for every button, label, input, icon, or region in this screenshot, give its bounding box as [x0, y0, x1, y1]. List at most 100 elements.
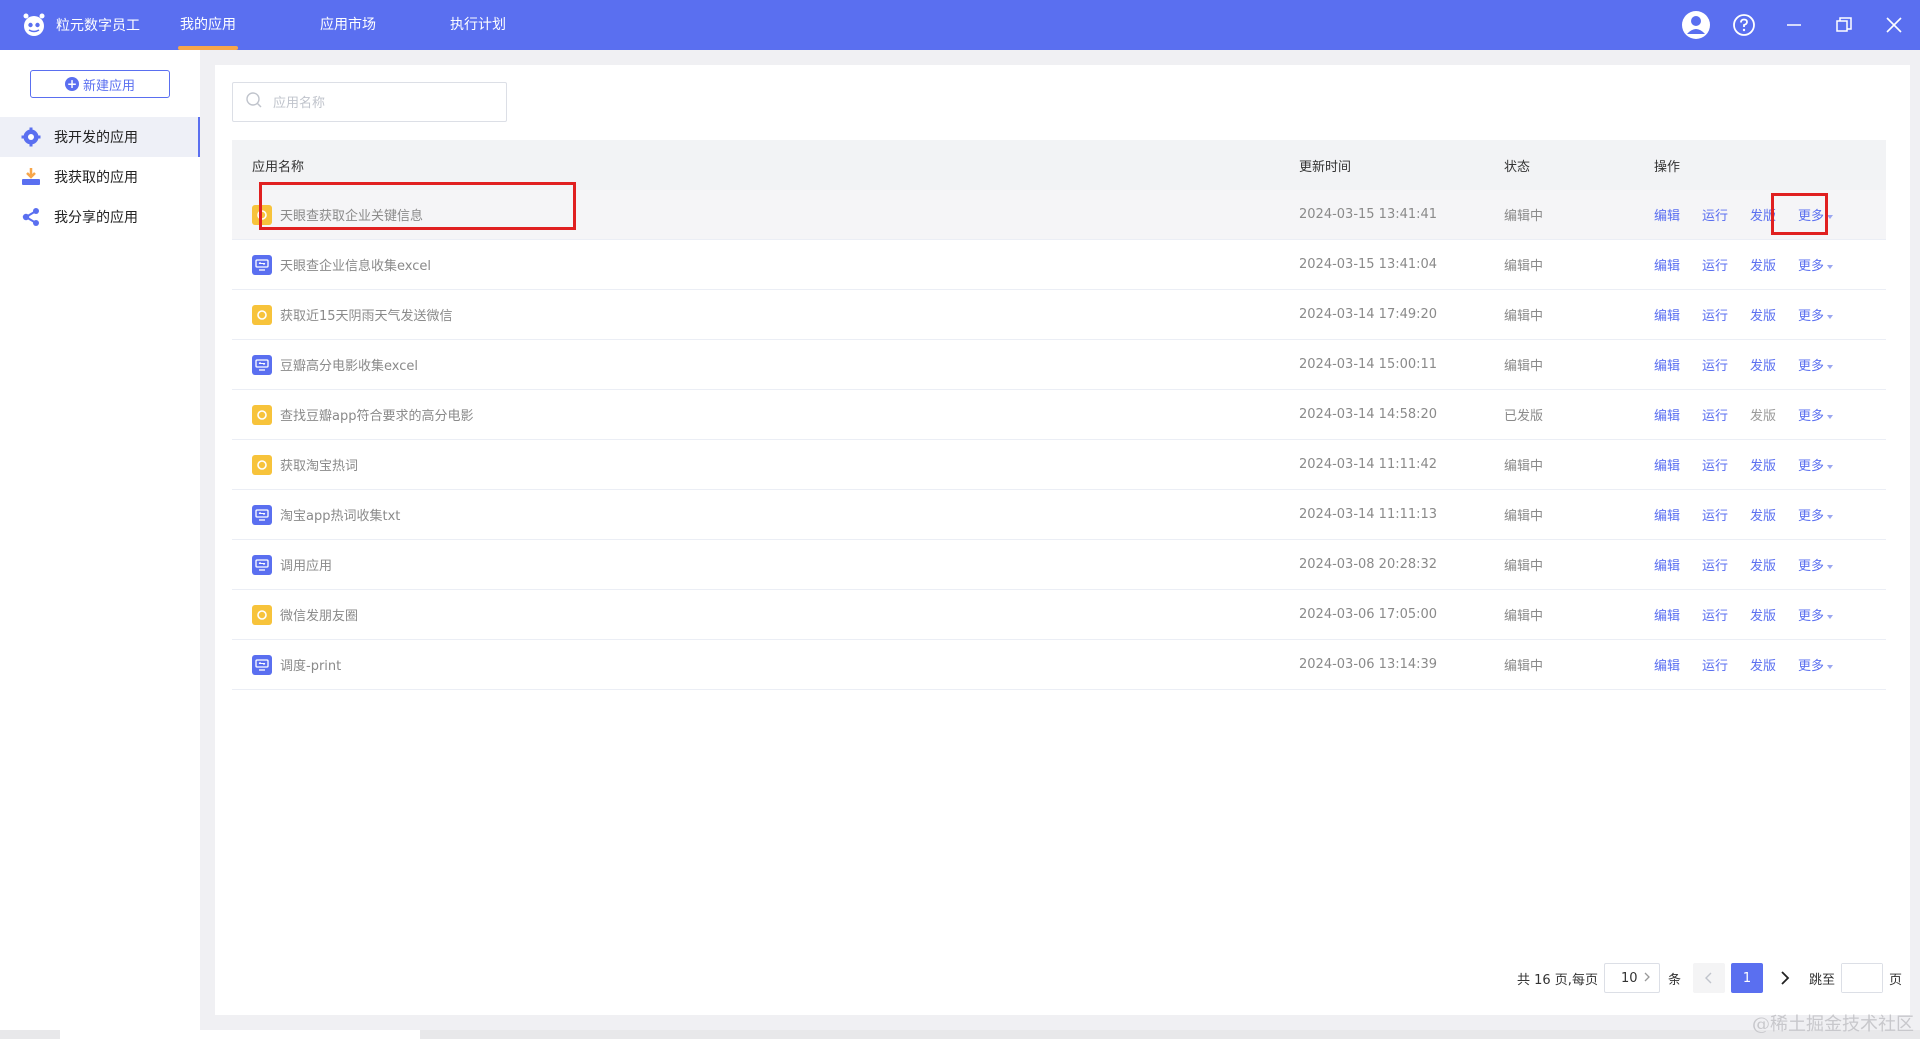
row-actions: 编辑 运行 发版 更多 [1654, 405, 1886, 424]
edit-button[interactable]: 编辑 [1654, 355, 1680, 374]
sidebar-item-label: 我获取的应用 [54, 170, 138, 186]
more-dropdown[interactable]: 更多 [1798, 255, 1834, 274]
close-icon[interactable] [1878, 9, 1910, 41]
run-button[interactable]: 运行 [1702, 605, 1728, 624]
more-label: 更多 [1798, 409, 1825, 424]
table-row[interactable]: 查找豆瓣app符合要求的高分电影 2024-03-14 14:58:20 已发版 编辑… [232, 390, 1886, 440]
app-name-cell: 查找豆瓣app符合要求的高分电影 [232, 404, 1299, 425]
publish-button[interactable]: 发版 [1750, 405, 1776, 424]
more-dropdown[interactable]: 更多 [1798, 205, 1834, 224]
status-text: 编辑中 [1504, 609, 1544, 624]
run-button[interactable]: 运行 [1702, 405, 1728, 424]
app-name-cell: 淘宝app热词收集txt [232, 504, 1299, 525]
edit-button[interactable]: 编辑 [1654, 505, 1680, 524]
sidebar-item-shared[interactable]: 我分享的应用 [0, 197, 200, 237]
edit-button[interactable]: 编辑 [1654, 455, 1680, 474]
update-time: 2024-03-14 17:49:20 [1299, 307, 1438, 322]
publish-button[interactable]: 发版 [1750, 555, 1776, 574]
run-button[interactable]: 运行 [1702, 205, 1728, 224]
table-row[interactable]: 获取淘宝热词 2024-03-14 11:11:42 编辑中 编辑 运行 发版 更多 [232, 440, 1886, 490]
taskbar-segment [60, 1030, 420, 1039]
column-header-time: 更新时间 [1299, 159, 1352, 175]
app-name: 获取淘宝热词 [280, 459, 359, 474]
update-time: 2024-03-15 13:41:04 [1299, 257, 1438, 272]
user-icon[interactable] [1680, 9, 1712, 41]
chevron-right-icon [1643, 971, 1651, 986]
edit-button[interactable]: 编辑 [1654, 655, 1680, 674]
edit-button[interactable]: 编辑 [1654, 205, 1680, 224]
table-row[interactable]: 调用应用 2024-03-08 20:28:32 编辑中 编辑 运行 发版 更多 [232, 540, 1886, 590]
publish-button[interactable]: 发版 [1750, 655, 1776, 674]
edit-button[interactable]: 编辑 [1654, 555, 1680, 574]
edit-button[interactable]: 编辑 [1654, 255, 1680, 274]
prev-page-button[interactable] [1692, 963, 1725, 993]
app-type-desktop-icon [252, 354, 272, 375]
run-button[interactable]: 运行 [1702, 555, 1728, 574]
run-button[interactable]: 运行 [1702, 505, 1728, 524]
publish-button[interactable]: 发版 [1750, 355, 1776, 374]
more-dropdown[interactable]: 更多 [1798, 505, 1834, 524]
help-icon[interactable] [1728, 9, 1760, 41]
edit-button[interactable]: 编辑 [1654, 305, 1680, 324]
main-panel: 应用名称 更新时间 状态 操作 天眼查获取企业关键信息 2024-03-15 13… [215, 65, 1910, 1015]
minimize-icon[interactable] [1778, 9, 1810, 41]
top-bar: 粒元数字员工 我的应用 应用市场 执行计划 [0, 0, 1920, 50]
app-name-cell: 调度-print [232, 654, 1299, 675]
table-row[interactable]: 淘宝app热词收集txt 2024-03-14 11:11:13 编辑中 编辑 运行 发版… [232, 490, 1886, 540]
sidebar-item-acquired[interactable]: 我获取的应用 [0, 157, 200, 197]
publish-button[interactable]: 发版 [1750, 305, 1776, 324]
table-row[interactable]: 调度-print 2024-03-06 13:14:39 编辑中 编辑 运行 发版 更多 [232, 640, 1886, 690]
run-button[interactable]: 运行 [1702, 305, 1728, 324]
page-button-current[interactable]: 1 [1730, 963, 1763, 993]
caret-down-icon [1827, 614, 1834, 619]
more-label: 更多 [1798, 309, 1825, 324]
download-tray-icon [20, 166, 42, 188]
next-page-button[interactable] [1768, 963, 1801, 993]
run-button[interactable]: 运行 [1702, 255, 1728, 274]
publish-button[interactable]: 发版 [1750, 505, 1776, 524]
publish-button[interactable]: 发版 [1750, 255, 1776, 274]
run-button[interactable]: 运行 [1702, 655, 1728, 674]
more-dropdown[interactable]: 更多 [1798, 405, 1834, 424]
more-dropdown[interactable]: 更多 [1798, 455, 1834, 474]
more-dropdown[interactable]: 更多 [1798, 605, 1834, 624]
new-app-button[interactable]: + 新建应用 [30, 70, 170, 98]
app-type-web-icon [252, 304, 272, 325]
pagination-total: 共 16 页,每页 [1517, 972, 1598, 988]
run-button[interactable]: 运行 [1702, 455, 1728, 474]
caret-down-icon [1827, 214, 1834, 219]
more-label: 更多 [1798, 359, 1825, 374]
table-row[interactable]: 天眼查企业信息收集excel 2024-03-15 13:41:04 编辑中 编辑 运行… [232, 240, 1886, 290]
search-input[interactable] [273, 94, 493, 110]
update-time: 2024-03-14 15:00:11 [1299, 357, 1438, 372]
table-row[interactable]: 微信发朋友圈 2024-03-06 17:05:00 编辑中 编辑 运行 发版 更多 [232, 590, 1886, 640]
row-actions: 编辑 运行 发版 更多 [1654, 555, 1886, 574]
edit-button[interactable]: 编辑 [1654, 405, 1680, 424]
tab-app-market[interactable]: 应用市场 [318, 0, 378, 50]
new-app-label: 新建应用 [82, 78, 135, 94]
table-row[interactable]: 获取近15天阴雨天气发送微信 2024-03-14 17:49:20 编辑中 编辑 运行… [232, 290, 1886, 340]
jump-label: 跳至 [1808, 972, 1835, 988]
tab-my-apps[interactable]: 我的应用 [178, 0, 238, 50]
run-button[interactable]: 运行 [1702, 355, 1728, 374]
update-time: 2024-03-06 17:05:00 [1299, 607, 1438, 622]
publish-button[interactable]: 发版 [1750, 205, 1776, 224]
more-dropdown[interactable]: 更多 [1798, 655, 1834, 674]
tab-execution-plan[interactable]: 执行计划 [448, 0, 508, 50]
more-dropdown[interactable]: 更多 [1798, 555, 1834, 574]
edit-button[interactable]: 编辑 [1654, 605, 1680, 624]
apps-table: 应用名称 更新时间 状态 操作 天眼查获取企业关键信息 2024-03-15 13… [232, 140, 1886, 690]
restore-icon[interactable] [1828, 9, 1860, 41]
more-dropdown[interactable]: 更多 [1798, 305, 1834, 324]
jump-input[interactable] [1841, 964, 1882, 992]
publish-button[interactable]: 发版 [1750, 605, 1776, 624]
table-row[interactable]: 天眼查获取企业关键信息 2024-03-15 13:41:41 编辑中 编辑 运行 发版 更… [232, 190, 1886, 240]
publish-button[interactable]: 发版 [1750, 455, 1776, 474]
search-box[interactable] [232, 82, 507, 122]
jump-field[interactable] [1840, 963, 1883, 993]
page-size-select[interactable]: 10 [1603, 963, 1660, 993]
sidebar-item-developed[interactable]: 我开发的应用 [0, 117, 200, 157]
update-time: 2024-03-14 11:11:13 [1299, 507, 1438, 522]
more-dropdown[interactable]: 更多 [1798, 355, 1834, 374]
table-row[interactable]: 豆瓣高分电影收集excel 2024-03-14 15:00:11 编辑中 编辑 运行 发… [232, 340, 1886, 390]
